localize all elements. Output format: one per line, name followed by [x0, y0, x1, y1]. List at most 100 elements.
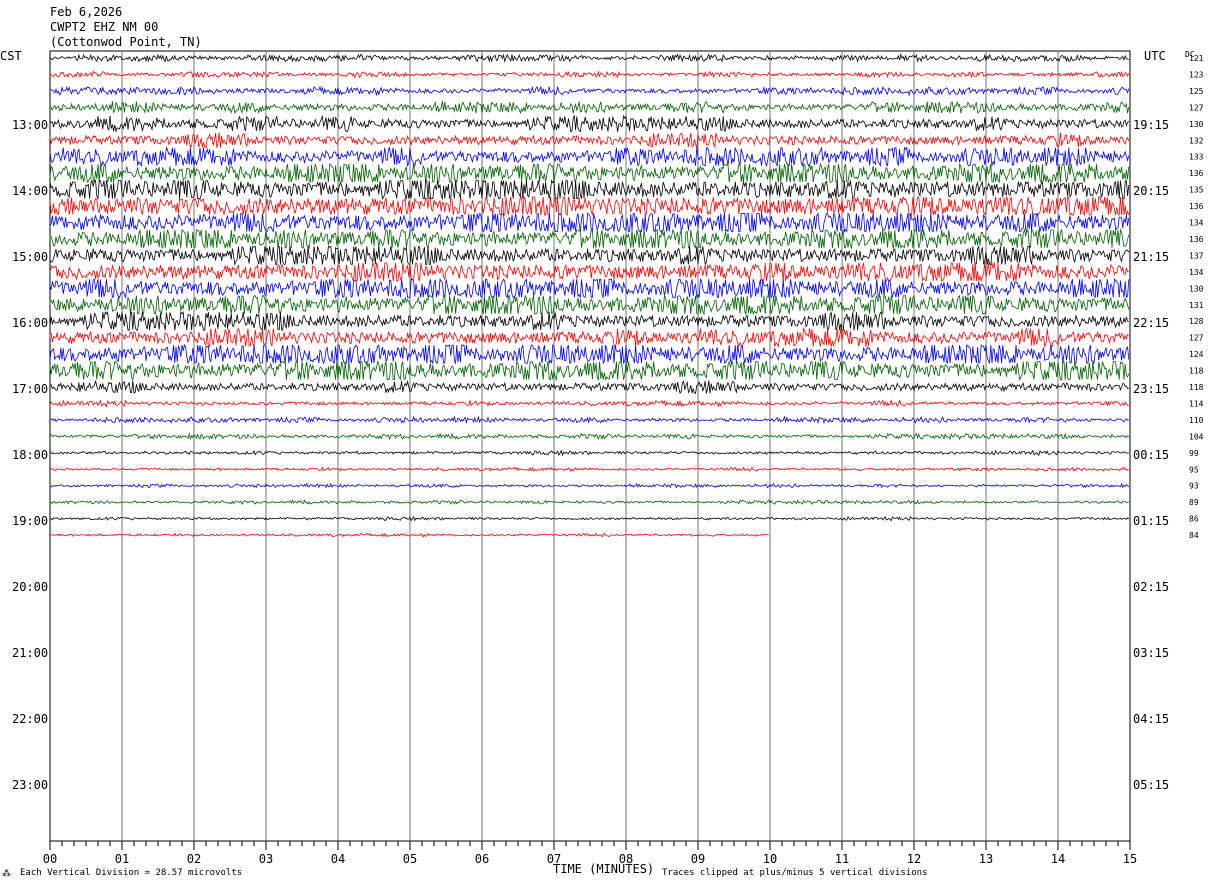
grid-lines	[49, 50, 1131, 842]
seismic-trace	[49, 100, 1130, 115]
dc-offset-label: 134	[1189, 219, 1204, 228]
seismic-trace	[49, 261, 1129, 283]
right-time-label: 20:15	[1133, 184, 1169, 198]
seismic-trace	[49, 432, 1130, 441]
x-tick-label: 01	[115, 852, 129, 866]
x-tick-label: 13	[979, 852, 993, 866]
x-tick-label: 09	[691, 852, 705, 866]
right-time-label: 03:15	[1133, 646, 1169, 660]
seismic-trace	[49, 195, 1130, 217]
seismic-trace	[49, 162, 1130, 184]
dc-offset-label: 121	[1189, 54, 1204, 63]
x-axis-label: TIME (MINUTES)	[553, 862, 654, 876]
dc-offset-label: 127	[1189, 103, 1204, 112]
seismic-trace	[49, 449, 1129, 457]
dc-offset-label: 135	[1189, 186, 1204, 195]
dc-offset-label: 99	[1189, 449, 1199, 458]
dc-offset-label: 136	[1189, 169, 1204, 178]
left-time-label: 16:00	[12, 316, 48, 330]
left-time-label: 23:00	[12, 778, 48, 792]
right-time-label: 00:15	[1133, 448, 1169, 462]
dc-offset-labels: 121 123 125 127 130 132 133 136 135 136 134 136 137 1…	[1189, 54, 1204, 540]
left-time-label: 22:00	[12, 712, 48, 726]
dc-offset-label: 89	[1189, 498, 1199, 507]
left-time-labels: 13:00 14:00 15:00 16:00 17:00 18:00 19:00 20:00…	[12, 118, 48, 792]
header-location: (Cottonwod Point, TN)	[50, 35, 202, 49]
left-time-label: 17:00	[12, 382, 48, 396]
seismic-trace	[49, 212, 1130, 234]
seismic-trace	[49, 380, 1129, 394]
header-date: Feb 6,2026	[50, 5, 122, 19]
x-tick-label: 02	[187, 852, 201, 866]
seismic-trace	[49, 532, 769, 538]
seismic-trace	[49, 399, 1129, 408]
left-time-label: 14:00	[12, 184, 48, 198]
seismic-trace	[49, 245, 1130, 266]
seismic-trace	[49, 179, 1130, 201]
dc-offset-label: 125	[1189, 87, 1204, 96]
dc-offset-label: 136	[1189, 235, 1204, 244]
dc-offset-label: 104	[1189, 432, 1204, 441]
right-time-label: 23:15	[1133, 382, 1169, 396]
right-time-label: 04:15	[1133, 712, 1169, 726]
seismic-trace	[49, 114, 1130, 133]
seismic-trace	[49, 360, 1130, 382]
dc-offset-label: 128	[1189, 317, 1204, 326]
footer-scale: Each Vertical Division = 28.57 microvolt…	[20, 868, 242, 878]
x-tick-label: 05	[403, 852, 417, 866]
right-time-labels: 19:15 20:15 21:15 22:15 23:15 00:15 01:15 02:15…	[1133, 118, 1169, 792]
x-tick-label: 14	[1051, 852, 1065, 866]
dc-offset-label: 131	[1189, 301, 1204, 310]
right-time-label: 01:15	[1133, 514, 1169, 528]
seismic-trace	[49, 466, 1129, 473]
dc-offset-label: 114	[1189, 399, 1204, 408]
seismic-trace	[49, 70, 1130, 79]
seismogram-plot: Feb 6,2026 CWPT2 EHZ NM 00 (Cottonwod Po…	[0, 5, 1204, 879]
right-time-label: 02:15	[1133, 580, 1169, 594]
left-time-label: 18:00	[12, 448, 48, 462]
dc-offset-label: 127	[1189, 334, 1204, 343]
plot-frame	[49, 50, 1131, 842]
footer-clip: Traces clipped at plus/minus 5 vertical …	[662, 868, 928, 878]
seismic-trace	[49, 515, 1130, 522]
seismic-trace	[49, 482, 1130, 489]
dc-offset-label: 134	[1189, 268, 1204, 277]
seismic-trace	[49, 228, 1130, 250]
left-time-label: 21:00	[12, 646, 48, 660]
right-time-label: 22:15	[1133, 316, 1169, 330]
seismic-trace	[49, 294, 1130, 316]
dc-offset-label: 95	[1189, 465, 1199, 474]
dc-offset-label: 136	[1189, 202, 1204, 211]
dc-offset-label: 133	[1189, 153, 1204, 162]
right-zone-label: UTC	[1144, 49, 1166, 63]
left-time-label: 20:00	[12, 580, 48, 594]
seismic-trace	[49, 499, 1130, 506]
dc-offset-label: 132	[1189, 136, 1204, 145]
seismic-trace	[49, 52, 1130, 63]
seismic-trace	[49, 146, 1130, 168]
seismic-trace	[49, 327, 1130, 349]
dc-offset-label: 86	[1189, 515, 1199, 524]
seismic-trace	[49, 277, 1130, 299]
dc-offset-label: 93	[1189, 482, 1199, 491]
dc-offset-label: 110	[1189, 416, 1204, 425]
right-time-label: 05:15	[1133, 778, 1169, 792]
seismic-trace	[49, 85, 1130, 97]
dc-offset-label: 84	[1189, 531, 1199, 540]
right-time-label: 21:15	[1133, 250, 1169, 264]
x-tick-label: 15	[1123, 852, 1137, 866]
x-tick-label: 00	[43, 852, 57, 866]
right-time-label: 19:15	[1133, 118, 1169, 132]
seismic-trace	[49, 132, 1130, 149]
scale-icon: ⁂	[2, 868, 11, 879]
seismic-trace	[49, 311, 1129, 332]
x-tick-label: 06	[475, 852, 489, 866]
x-tick-label: 10	[763, 852, 777, 866]
dc-offset-label: 118	[1189, 367, 1204, 376]
seismic-trace	[49, 415, 1129, 425]
dc-offset-label: 118	[1189, 383, 1204, 392]
left-zone-label: CST	[0, 49, 22, 63]
left-time-label: 15:00	[12, 250, 48, 264]
x-tick-label: 03	[259, 852, 273, 866]
header-station: CWPT2 EHZ NM 00	[50, 20, 158, 34]
